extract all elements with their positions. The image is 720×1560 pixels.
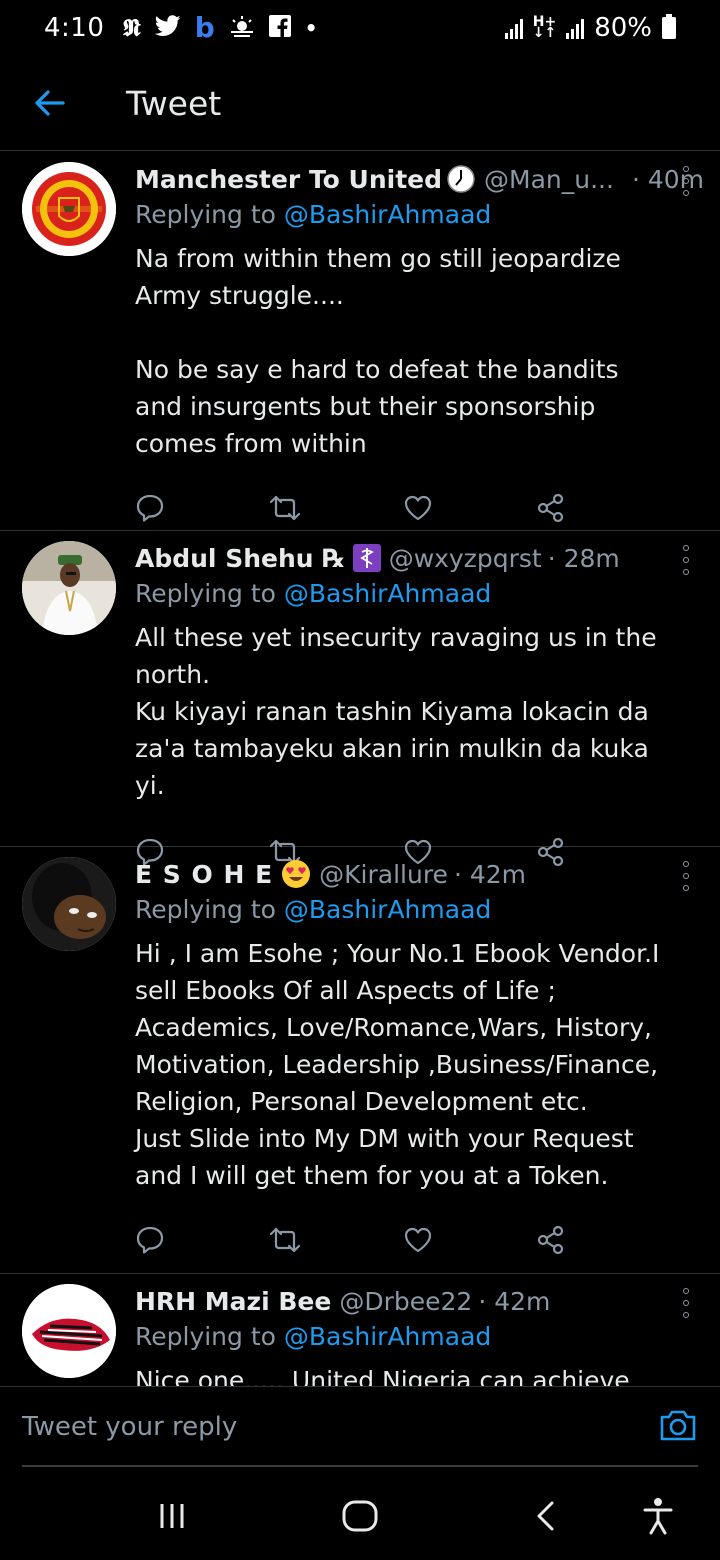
camera-button[interactable] bbox=[658, 1405, 698, 1445]
reply-composer: Tweet your reply bbox=[0, 1386, 720, 1466]
share-icon bbox=[538, 1225, 564, 1255]
clock-icon bbox=[446, 164, 476, 194]
tweet[interactable]: Manchester To United @Man_u... · 40m Rep… bbox=[0, 152, 720, 531]
share-button[interactable] bbox=[536, 1215, 670, 1265]
replying-to-mention[interactable]: @BashirAhmaad bbox=[284, 1322, 491, 1351]
nytimes-icon: 𝕹 bbox=[122, 14, 141, 42]
network-type-icon: H+ ↓↑ bbox=[532, 14, 557, 41]
reply-button[interactable] bbox=[135, 1215, 269, 1265]
like-button[interactable] bbox=[403, 483, 537, 533]
replying-to-label: Replying to bbox=[135, 579, 284, 608]
battery-percentage: 80% bbox=[594, 13, 652, 43]
system-nav-bar bbox=[0, 1470, 720, 1560]
home-icon bbox=[342, 1500, 378, 1532]
replying-to-mention[interactable]: @BashirAhmaad bbox=[284, 579, 491, 608]
tweet-text: Nice one..... United Nigeria can achieve bbox=[135, 1366, 630, 1386]
replying-to-line: Replying to @BashirAhmaad bbox=[135, 579, 670, 613]
recent-apps-button[interactable] bbox=[150, 1494, 194, 1538]
reply-input-underline bbox=[22, 1465, 698, 1467]
weather-icon bbox=[229, 15, 255, 41]
heart-icon bbox=[404, 495, 431, 521]
twitter-icon bbox=[154, 15, 181, 41]
heart-icon bbox=[404, 1227, 431, 1253]
share-icon bbox=[538, 493, 564, 523]
display-name[interactable]: Manchester To United bbox=[135, 165, 442, 194]
tweet[interactable]: E S O H E @Kirallure · 42m Replying to @… bbox=[0, 847, 720, 1274]
home-button[interactable] bbox=[336, 1494, 384, 1538]
facebook-icon bbox=[268, 15, 291, 41]
status-right: H+ ↓↑ 80% bbox=[504, 13, 676, 43]
user-handle[interactable]: @Kirallure bbox=[319, 860, 448, 889]
more-options-button[interactable] bbox=[678, 1288, 694, 1318]
tweet[interactable]: Abdul Shehu ℞ @wxyzpqrst · 28m Replying … bbox=[0, 531, 720, 867]
more-options-button[interactable] bbox=[678, 166, 694, 196]
display-name[interactable]: E S O H E bbox=[135, 860, 273, 889]
display-name[interactable]: HRH Mazi Bee bbox=[135, 1287, 331, 1316]
tweet-text: All these yet insecurity ravaging us in … bbox=[135, 623, 657, 800]
retweet-button[interactable] bbox=[269, 483, 403, 533]
tweet-text: Na from within them go still jeopardize … bbox=[135, 244, 621, 458]
arrow-left-icon bbox=[35, 90, 65, 116]
back-nav-button[interactable] bbox=[524, 1494, 568, 1538]
battery-icon bbox=[662, 14, 676, 39]
replying-to-line: Replying to @BashirAhmaad bbox=[135, 200, 670, 234]
b-icon: b bbox=[194, 11, 215, 44]
share-button[interactable] bbox=[536, 483, 670, 533]
replies-feed[interactable]: Manchester To United @Man_u... · 40m Rep… bbox=[0, 152, 720, 1386]
retweet-icon bbox=[269, 495, 300, 521]
wifi-signal-icon bbox=[504, 17, 523, 39]
camera-icon bbox=[660, 1410, 696, 1441]
recents-icon bbox=[160, 1504, 184, 1528]
replying-to-label: Replying to bbox=[135, 895, 284, 924]
avatar[interactable] bbox=[22, 857, 116, 951]
replying-to-mention[interactable]: @BashirAhmaad bbox=[284, 895, 491, 924]
avatar[interactable] bbox=[22, 541, 116, 635]
dot-icon: • bbox=[304, 16, 318, 40]
top-app-bar: Tweet bbox=[0, 56, 720, 151]
user-handle[interactable]: @Man_u... bbox=[484, 165, 614, 194]
reply-icon bbox=[136, 1226, 164, 1254]
back-button[interactable] bbox=[0, 56, 100, 151]
tweet-time: · 42m bbox=[478, 1286, 551, 1316]
status-time: 4:10 bbox=[44, 13, 105, 43]
display-name[interactable]: Abdul Shehu ℞ bbox=[135, 544, 345, 573]
replying-to-mention[interactable]: @BashirAhmaad bbox=[284, 200, 491, 229]
like-button[interactable] bbox=[403, 1215, 537, 1265]
retweet-button[interactable] bbox=[269, 1215, 403, 1265]
page-title: Tweet bbox=[126, 83, 222, 123]
status-bar: 4:10 𝕹 b • H+ ↓↑ 80% bbox=[0, 0, 720, 56]
replying-to-label: Replying to bbox=[135, 200, 284, 229]
medical-icon bbox=[352, 544, 381, 572]
tweet-actions bbox=[135, 1198, 670, 1286]
more-options-button[interactable] bbox=[678, 861, 694, 891]
reply-icon bbox=[136, 494, 164, 522]
replying-to-line: Replying to @BashirAhmaad bbox=[135, 1322, 670, 1356]
accessibility-icon bbox=[643, 1498, 673, 1535]
replying-to-label: Replying to bbox=[135, 1322, 284, 1351]
notification-icons: 𝕹 b • bbox=[122, 14, 317, 42]
tweet-text: Hi , I am Esohe ; Your No.1 Ebook Vendor… bbox=[135, 939, 660, 1190]
tweet-time: · 28m bbox=[547, 543, 620, 573]
user-handle[interactable]: @wxyzpqrst bbox=[389, 544, 542, 573]
avatar[interactable] bbox=[22, 162, 116, 256]
reply-input[interactable]: Tweet your reply bbox=[22, 1412, 237, 1442]
tweet[interactable]: HRH Mazi Bee @Drbee22 · 42m Replying to … bbox=[0, 1274, 720, 1386]
retweet-icon bbox=[269, 1227, 300, 1253]
tweet-time: · 42m bbox=[453, 859, 527, 889]
more-options-button[interactable] bbox=[678, 545, 694, 575]
replying-to-line: Replying to @BashirAhmaad bbox=[135, 895, 670, 929]
avatar[interactable] bbox=[22, 1284, 116, 1378]
reply-button[interactable] bbox=[135, 483, 269, 533]
accessibility-button[interactable] bbox=[636, 1494, 680, 1538]
heart-eyes-emoji-icon bbox=[281, 859, 311, 889]
chevron-left-icon bbox=[537, 1501, 554, 1531]
user-handle[interactable]: @Drbee22 bbox=[339, 1287, 472, 1316]
cell-signal-icon bbox=[566, 17, 585, 39]
